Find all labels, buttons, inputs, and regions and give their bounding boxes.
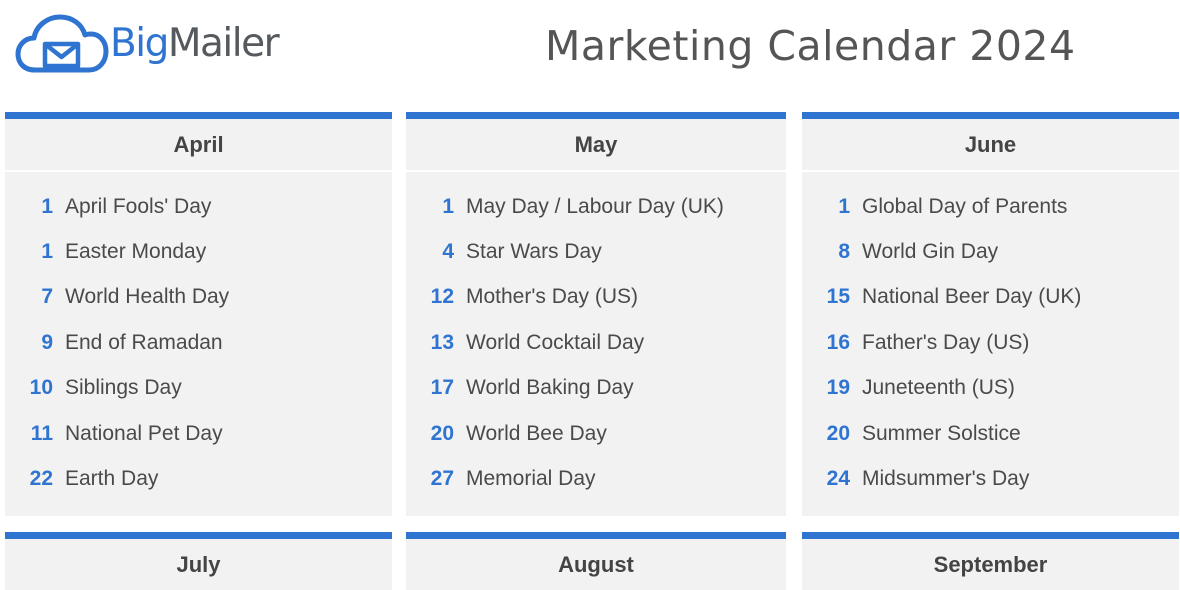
event-day: 1: [442, 194, 454, 218]
event-item: 8 World Gin Day: [802, 229, 1179, 274]
event-name: World Gin Day: [862, 240, 999, 264]
month-card-august: August: [406, 532, 786, 590]
event-day: 20: [430, 421, 454, 445]
event-name: Earth Day: [65, 467, 159, 491]
event-name: Juneteenth (US): [862, 376, 1015, 400]
event-name: Star Wars Day: [466, 240, 602, 264]
event-item: 9 End of Ramadan: [5, 320, 392, 365]
month-card-july: July: [5, 532, 392, 590]
event-item: 16 Father's Day (US): [802, 320, 1179, 365]
month-header: April: [5, 119, 392, 172]
brand-name-part2: Mailer: [167, 20, 280, 66]
event-item: 1 April Fools' Day: [5, 184, 392, 229]
event-name: End of Ramadan: [65, 330, 223, 354]
event-item: 24 Midsummer's Day: [802, 456, 1179, 501]
event-day: 11: [30, 421, 53, 445]
event-item: 1 May Day / Labour Day (UK): [406, 184, 786, 229]
event-day: 19: [826, 376, 850, 400]
event-name: Siblings Day: [65, 376, 182, 400]
month-card-may: May 1 May Day / Labour Day (UK) 4 Star War…: [406, 112, 786, 516]
bigmailer-logo[interactable]: BigMailer: [15, 12, 280, 74]
event-list: 1 April Fools' Day 1 Easter Monday 7 World …: [5, 172, 392, 502]
event-list: 1 Global Day of Parents 8 World Gin Day 15…: [802, 172, 1179, 502]
event-item: 19 Juneteenth (US): [802, 366, 1179, 411]
event-item: 20 Summer Solstice: [802, 411, 1179, 456]
event-item: 1 Global Day of Parents: [802, 184, 1179, 229]
event-list: 1 May Day / Labour Day (UK) 4 Star Wars Da…: [406, 172, 786, 502]
event-name: National Pet Day: [65, 421, 223, 445]
month-card-april: April 1 April Fools' Day 1 Easter Monday 7…: [5, 112, 392, 516]
event-name: World Bee Day: [466, 421, 607, 445]
event-day: 24: [826, 467, 850, 491]
event-name: April Fools' Day: [65, 194, 212, 218]
event-day: 15: [826, 285, 850, 309]
event-name: Mother's Day (US): [466, 285, 639, 309]
event-day: 27: [430, 467, 454, 491]
event-item: 4 Star Wars Day: [406, 229, 786, 274]
event-item: 20 World Bee Day: [406, 411, 786, 456]
month-card-september: September: [802, 532, 1179, 590]
event-item: 27 Memorial Day: [406, 456, 786, 501]
event-name: Midsummer's Day: [862, 467, 1030, 491]
event-name: Memorial Day: [466, 467, 596, 491]
brand-name: BigMailer: [110, 20, 280, 66]
cloud-envelope-icon: [15, 14, 109, 73]
event-day: 20: [826, 421, 850, 445]
event-name: Summer Solstice: [862, 421, 1021, 445]
month-header: September: [802, 539, 1179, 590]
event-item: 22 Earth Day: [5, 456, 392, 501]
event-item: 17 World Baking Day: [406, 366, 786, 411]
event-day: 1: [41, 194, 53, 218]
event-name: May Day / Labour Day (UK): [466, 194, 724, 218]
event-day: 1: [41, 240, 53, 264]
event-item: 12 Mother's Day (US): [406, 275, 786, 320]
brand-name-part1: Big: [110, 20, 169, 66]
event-item: 15 National Beer Day (UK): [802, 275, 1179, 320]
event-name: World Cocktail Day: [466, 330, 645, 354]
event-name: World Health Day: [65, 285, 230, 309]
month-header: May: [406, 119, 786, 172]
month-header: July: [5, 539, 392, 590]
month-card-june: June 1 Global Day of Parents 8 World Gin D…: [802, 112, 1179, 516]
month-header: June: [802, 119, 1179, 172]
event-name: Global Day of Parents: [862, 194, 1068, 218]
event-item: 1 Easter Monday: [5, 229, 392, 274]
event-item: 10 Siblings Day: [5, 366, 392, 411]
event-day: 8: [838, 240, 850, 264]
event-name: Easter Monday: [65, 240, 207, 264]
event-day: 22: [29, 467, 53, 491]
event-day: 1: [838, 194, 850, 218]
event-day: 4: [442, 240, 454, 264]
event-item: 11 National Pet Day: [5, 411, 392, 456]
page-title: Marketing Calendar 2024: [545, 22, 1076, 70]
calendar-page: BigMailer Marketing Calendar 2024 April …: [0, 0, 1180, 590]
event-day: 10: [29, 376, 53, 400]
event-day: 17: [430, 376, 454, 400]
event-day: 13: [430, 330, 454, 354]
event-day: 7: [41, 285, 53, 309]
event-name: World Baking Day: [466, 376, 634, 400]
event-day: 12: [430, 285, 454, 309]
event-item: 7 World Health Day: [5, 275, 392, 320]
event-name: National Beer Day (UK): [862, 285, 1082, 309]
event-item: 13 World Cocktail Day: [406, 320, 786, 365]
event-day: 9: [41, 330, 53, 354]
event-name: Father's Day (US): [862, 330, 1030, 354]
event-day: 16: [826, 330, 850, 354]
month-header: August: [406, 539, 786, 590]
